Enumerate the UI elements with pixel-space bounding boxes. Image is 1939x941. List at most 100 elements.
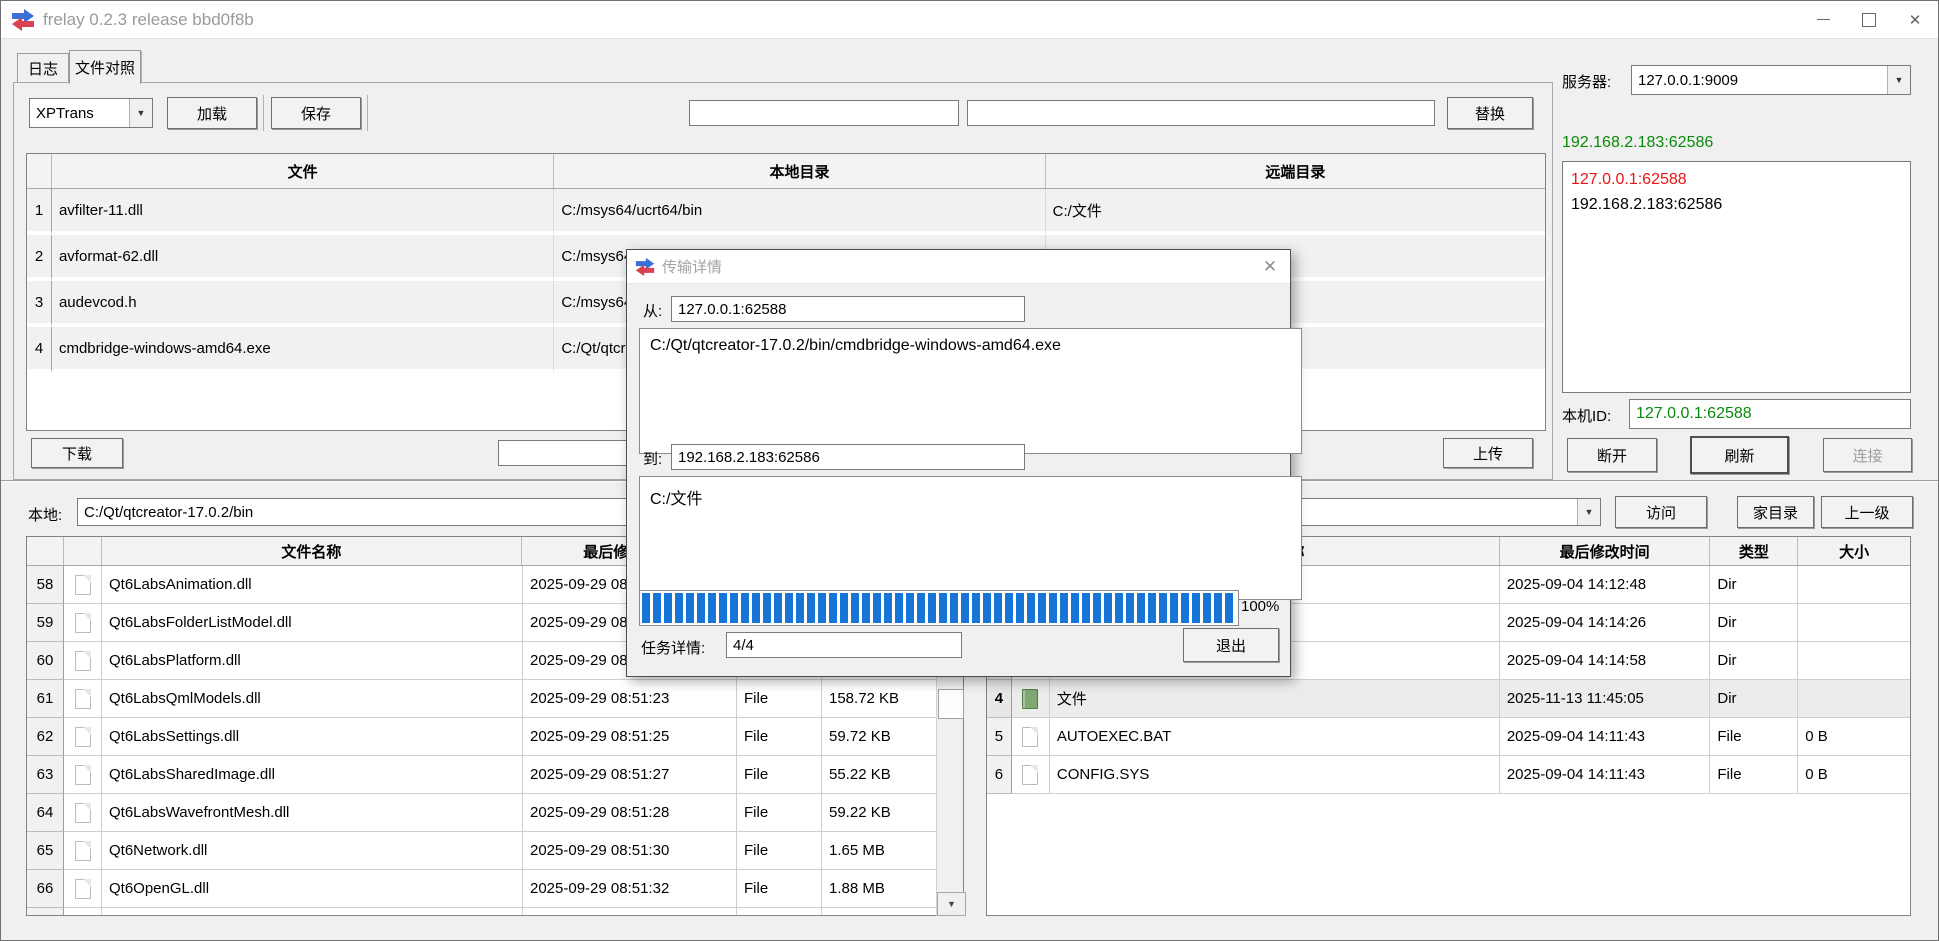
profile-combobox-value: XPTrans	[30, 105, 129, 122]
column-header-remote-dir[interactable]: 远端目录	[1046, 154, 1545, 188]
download-button[interactable]: 下载	[31, 438, 123, 468]
task-detail-label: 任务详情:	[641, 637, 705, 657]
scroll-down-icon[interactable]: ▼	[937, 892, 966, 916]
column-header-local-dir[interactable]: 本地目录	[554, 154, 1045, 188]
replace-input[interactable]	[967, 100, 1435, 126]
minimize-button[interactable]	[1800, 1, 1846, 39]
cell-icon	[64, 756, 102, 794]
cell-icon	[64, 642, 102, 680]
maximize-icon	[1862, 13, 1876, 27]
close-icon: ✕	[1909, 11, 1922, 29]
cell-mtime: 2025-09-04 14:14:58	[1500, 642, 1711, 680]
exit-button[interactable]: 退出	[1183, 628, 1279, 662]
table-row[interactable]: 5 AUTOEXEC.BAT 2025-09-04 14:11:43 File …	[987, 718, 1910, 756]
maximize-button[interactable]	[1846, 1, 1892, 39]
source-path-area[interactable]: C:/Qt/qtcreator-17.0.2/bin/cmdbridge-win…	[639, 328, 1302, 454]
client-listbox[interactable]: 127.0.0.1:62588 192.168.2.183:62586	[1562, 161, 1911, 393]
table-row[interactable]: 63 Qt6LabsSharedImage.dll 2025-09-29 08:…	[27, 756, 963, 794]
visit-button[interactable]: 访问	[1615, 496, 1707, 528]
disconnect-button[interactable]: 断开	[1567, 438, 1657, 472]
list-item[interactable]: 127.0.0.1:62588	[1571, 167, 1902, 192]
cell-type: Dir	[1710, 604, 1798, 642]
row-number: 58	[27, 566, 64, 604]
cell-file: cmdbridge-windows-amd64.exe	[52, 327, 554, 373]
to-input[interactable]	[671, 444, 1025, 470]
cell-type: File	[737, 756, 822, 794]
peer-id-text: 192.168.2.183:62586	[1562, 134, 1713, 152]
cell-icon	[1012, 756, 1050, 794]
tab-separator	[141, 51, 142, 83]
table-row[interactable]: 61 Qt6LabsQmlModels.dll 2025-09-29 08:51…	[27, 680, 963, 718]
dest-path-area[interactable]: C:/文件	[639, 476, 1302, 600]
row-number: 3	[27, 281, 52, 327]
titlebar: frelay 0.2.3 release bbd0f8b ✕	[1, 1, 1938, 39]
cell-mtime: 2025-09-04 14:11:43	[1500, 756, 1711, 794]
upload-button[interactable]: 上传	[1443, 438, 1533, 468]
cell-type: File	[737, 794, 822, 832]
icon-header-cell	[64, 537, 102, 565]
table-row[interactable]: 66 Qt6OpenGL.dll 2025-09-29 08:51:32 Fil…	[27, 870, 963, 908]
toolbar-separator	[367, 95, 368, 131]
column-header-size[interactable]: 大小	[1798, 537, 1910, 565]
refresh-button[interactable]: 刷新	[1690, 436, 1789, 474]
list-item[interactable]: 192.168.2.183:62586	[1571, 192, 1902, 217]
row-number: 59	[27, 604, 64, 642]
cell-mtime: 2025-09-29 08:51:25	[523, 718, 737, 756]
tab-file-compare[interactable]: 文件对照	[69, 50, 141, 84]
table-row[interactable]: 1 avfilter-11.dll C:/msys64/ucrt64/bin C…	[27, 189, 1545, 235]
cell-size	[1798, 604, 1910, 642]
server-combobox[interactable]: 127.0.0.1:9009 ▼	[1631, 65, 1911, 95]
column-header-type[interactable]: 类型	[1710, 537, 1798, 565]
chevron-down-icon: ▼	[1577, 499, 1600, 525]
dialog-close-icon[interactable]: ✕	[1250, 257, 1290, 277]
cell-name: Qt6LabsFolderListModel.dll	[102, 604, 523, 642]
table-row[interactable]: 65 Qt6Network.dll 2025-09-29 08:51:30 Fi…	[27, 832, 963, 870]
file-icon	[75, 803, 91, 823]
column-header-file[interactable]: 文件	[52, 154, 554, 188]
corner-header-cell	[27, 537, 64, 565]
up-level-button[interactable]: 上一级	[1821, 496, 1913, 528]
column-header-mtime[interactable]: 最后修改时间	[1500, 537, 1711, 565]
close-button[interactable]: ✕	[1892, 1, 1938, 39]
folder-icon	[1022, 689, 1038, 709]
tab-log[interactable]: 日志	[17, 53, 69, 83]
task-detail-input[interactable]	[726, 632, 962, 658]
table-row[interactable]: 6 CONFIG.SYS 2025-09-04 14:11:43 File 0 …	[987, 756, 1910, 794]
dialog-title: 传输详情	[662, 256, 1250, 277]
save-button[interactable]: 保存	[271, 97, 361, 129]
row-number: 4	[987, 680, 1012, 718]
cell-size: 59.22 KB	[822, 794, 937, 832]
cell-icon	[64, 794, 102, 832]
profile-combobox[interactable]: XPTrans ▼	[29, 98, 153, 128]
scrollbar-thumb[interactable]	[938, 689, 964, 719]
chevron-down-icon: ▼	[1887, 66, 1910, 94]
app-logo-transfer-arrows-icon	[11, 8, 35, 32]
file-icon	[75, 727, 91, 747]
file-icon	[75, 879, 91, 899]
cell-type: File	[737, 680, 822, 718]
cell-mtime: 2025-11-13 11:45:05	[1500, 680, 1711, 718]
home-dir-button[interactable]: 家目录	[1737, 496, 1814, 528]
progressbar-fill	[642, 593, 1236, 623]
local-path-label: 本地:	[28, 504, 62, 524]
window-title: frelay 0.2.3 release bbd0f8b	[43, 10, 254, 30]
search-input[interactable]	[689, 100, 959, 126]
cell-type: File	[737, 870, 822, 908]
cell-icon	[1012, 680, 1050, 718]
file-icon	[75, 841, 91, 861]
load-button[interactable]: 加载	[167, 97, 257, 129]
row-number: 63	[27, 756, 64, 794]
table-row[interactable]: 64 Qt6LabsWavefrontMesh.dll 2025-09-29 0…	[27, 794, 963, 832]
file-icon	[75, 575, 91, 595]
cell-name: AUTOEXEC.BAT	[1050, 718, 1500, 756]
column-header-name[interactable]: 文件名称	[102, 537, 522, 565]
from-input[interactable]	[671, 296, 1025, 322]
table-row[interactable]: 62 Qt6LabsSettings.dll 2025-09-29 08:51:…	[27, 718, 963, 756]
cell-name: Qt6LabsQmlModels.dll	[102, 680, 523, 718]
connect-button[interactable]: 连接	[1823, 438, 1912, 472]
minimize-icon	[1817, 19, 1830, 20]
cell-type: File	[1710, 718, 1798, 756]
table-row[interactable]: 4 文件 2025-11-13 11:45:05 Dir	[987, 680, 1910, 718]
progress-percent-text: 100%	[1241, 596, 1279, 616]
replace-button[interactable]: 替换	[1447, 97, 1533, 129]
